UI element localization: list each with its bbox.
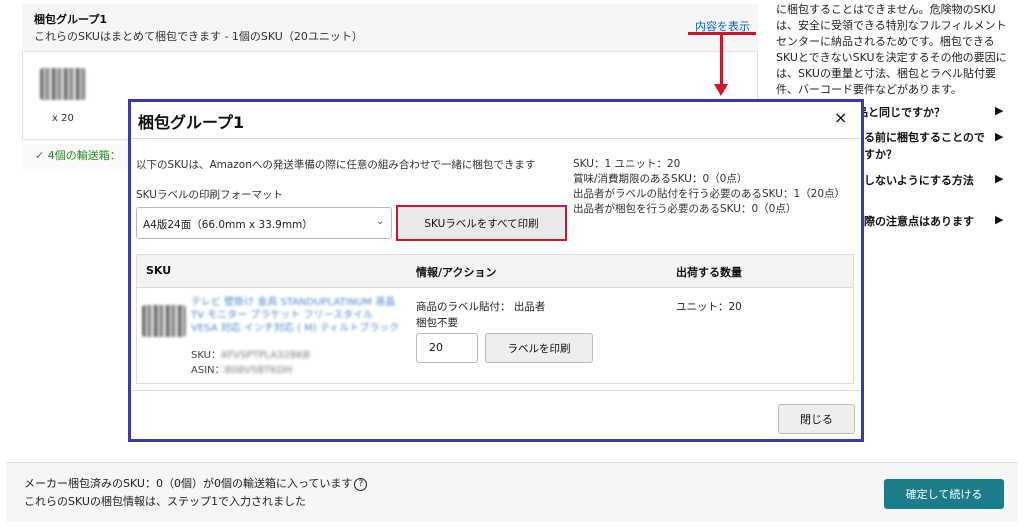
ship-quantity: ユニット：20 xyxy=(676,301,742,313)
packing-group-title: 梱包グループ1 xyxy=(34,13,107,26)
print-all-labels-button[interactable]: SKUラベルをすべて印刷 xyxy=(396,205,567,241)
packing-info-note: これらのSKUの梱包情報は、ステップ1で入力されました xyxy=(24,495,306,508)
packing-group-subtitle: これらのSKUはまとめて梱包できます - 1個のSKU（20ユニット） xyxy=(34,30,363,43)
stat-expiry: 賞味/消費期限のあるSKU：0（0点） xyxy=(573,173,748,185)
stat-sku-units: SKU：1 ユニット：20 xyxy=(573,158,681,170)
stat-label-required: 出品者がラベルの貼付を行う必要のあるSKU：1（20点） xyxy=(573,188,845,200)
faq-arrow-icon: ▶ xyxy=(995,104,1004,117)
modal-title: 梱包グループ1 xyxy=(138,113,245,132)
sku-line: SKU：ATVSPTPLA32BKB xyxy=(191,350,311,361)
column-header-qty: 出荷する数量 xyxy=(676,266,742,279)
label-format-select[interactable]: A4版24面（66.0mm x 33.9mm） xyxy=(136,207,392,239)
label-owner-info: 商品のラベル貼付： 出品者 xyxy=(416,301,546,313)
annotation-arrow-head xyxy=(714,84,728,96)
bottom-bar xyxy=(6,462,1018,522)
close-button[interactable]: 閉じる xyxy=(778,404,855,434)
right-column-paragraph: に梱包することはできません。危険物のSKUは、安全に受領できる特別なフルフィルメ… xyxy=(776,3,1007,96)
stat-prep-required: 出品者が梱包を行う必要のあるSKU：0（0点） xyxy=(573,203,797,215)
print-label-button[interactable]: ラベルを印刷 xyxy=(485,333,593,363)
modal-description: 以下のSKUは、Amazonへの発送準備の際に任意の組み合わせで一緒に梱包できま… xyxy=(136,159,536,171)
chevron-down-icon: ⌄ xyxy=(376,216,385,227)
column-header-sku: SKU xyxy=(146,264,172,277)
modal-footer-divider xyxy=(131,390,861,391)
faq-arrow-icon: ▶ xyxy=(995,130,1004,143)
annotation-arrow-shaft xyxy=(720,34,723,84)
product-qty: x 20 xyxy=(52,113,74,124)
check-icon: ✓ xyxy=(35,149,48,162)
product-title-link[interactable]: テレビ 壁掛け 金具 STANDUPLATINUM 液晶 TV モニター ブラケ… xyxy=(191,296,401,335)
faq-item-3[interactable]: しないようにする方法 xyxy=(864,172,974,188)
faq-item-4[interactable]: 際の注意点はあります xyxy=(864,213,974,229)
label-qty-input[interactable]: 20 xyxy=(416,333,478,363)
label-format-label: SKUラベルの印刷フォーマット xyxy=(136,189,283,201)
faq-item-2[interactable]: る前に梱包することのですか？ xyxy=(864,129,989,163)
faq-arrow-icon: ▶ xyxy=(995,213,1004,226)
modal-divider xyxy=(131,138,861,139)
confirm-continue-button[interactable]: 確定して続ける xyxy=(884,479,1004,509)
asin-line: ASIN：B08V5BTKDH xyxy=(191,365,293,376)
case-packed-summary: メーカー梱包済みのSKU：0（0個）が0個の輸送箱に入っています? xyxy=(24,475,368,491)
prep-info: 梱包不要 xyxy=(416,317,458,329)
help-icon[interactable]: ? xyxy=(354,477,368,491)
faq-arrow-icon: ▶ xyxy=(995,172,1004,185)
product-thumbnail xyxy=(142,305,186,337)
close-icon[interactable]: × xyxy=(834,108,847,127)
product-thumbnail xyxy=(40,68,86,100)
sku-stats: SKU：1 ユニット：20 賞味/消費期限のあるSKU：0（0点） 出品者がラベ… xyxy=(573,157,845,217)
boxes-text: ✓ 4個の輸送箱： xyxy=(35,149,121,162)
column-header-info: 情報/アクション xyxy=(416,266,497,279)
